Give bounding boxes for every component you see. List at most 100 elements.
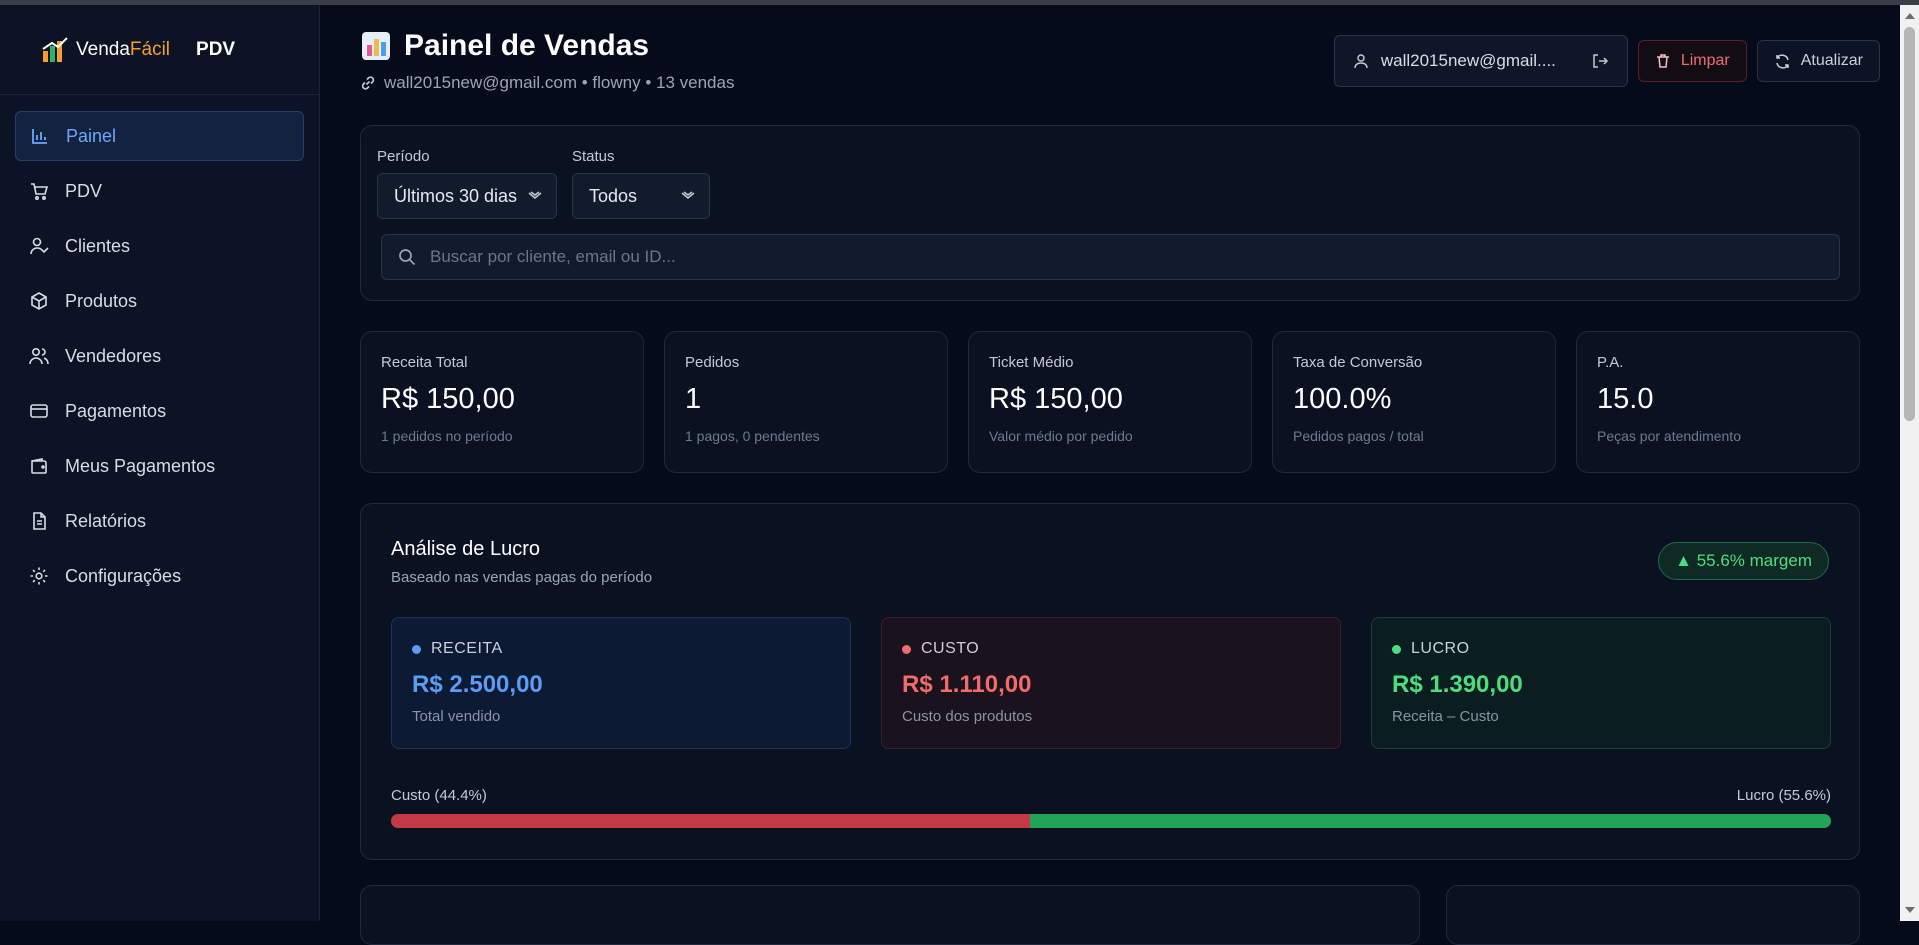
revenue-note: Total vendido bbox=[412, 708, 501, 725]
refresh-button[interactable]: Atualizar bbox=[1756, 40, 1880, 82]
sidebar-item-label: Vendedores bbox=[65, 345, 162, 366]
cost-bar-label: Custo (44.4%) bbox=[391, 787, 487, 804]
credit-card-icon bbox=[30, 404, 48, 418]
logo-text: VendaFácil bbox=[76, 38, 171, 60]
kpi-card-pa: P.A. 15.0 Peças por atendimento bbox=[1576, 331, 1860, 473]
clear-button-label: Limpar bbox=[1680, 52, 1730, 69]
chevron-down-icon bbox=[681, 191, 695, 200]
sidebar-item-label: Clientes bbox=[65, 235, 131, 256]
main-content: Painel de Vendas wall2015new@gmail.com •… bbox=[320, 5, 1900, 945]
kpi-note: 1 pagos, 0 pendentes bbox=[685, 428, 820, 444]
scrollbar-thumb[interactable] bbox=[1904, 27, 1915, 421]
kpi-note: Pedidos pagos / total bbox=[1293, 428, 1424, 444]
chevron-down-icon bbox=[528, 191, 542, 200]
next-section-card-right bbox=[1446, 885, 1860, 945]
sidebar-item-clientes[interactable]: Clientes bbox=[15, 221, 304, 271]
profit-subtitle: Baseado nas vendas pagas do período bbox=[391, 569, 653, 586]
kpi-value: R$ 150,00 bbox=[381, 383, 515, 415]
logo-icon bbox=[42, 36, 68, 62]
header-actions: wall2015new@gmail.... Limpar Atualizar bbox=[1333, 35, 1880, 87]
sidebar-item-label: PDV bbox=[65, 180, 103, 201]
cost-bar-segment bbox=[391, 814, 1031, 828]
refresh-icon bbox=[1776, 53, 1789, 69]
bar-chart-icon bbox=[32, 129, 47, 144]
period-filter: Período Últimos 30 dias bbox=[377, 148, 557, 219]
profit-bar-labels: Custo (44.4%) Lucro (55.6%) bbox=[391, 787, 1831, 804]
search-input[interactable] bbox=[430, 247, 1823, 267]
refresh-button-label: Atualizar bbox=[1800, 52, 1863, 69]
page-title: Painel de Vendas bbox=[360, 29, 734, 63]
revenue-label: RECEITA bbox=[431, 640, 503, 657]
kpi-value: R$ 150,00 bbox=[989, 383, 1123, 415]
box-icon bbox=[31, 292, 47, 310]
sidebar-item-pagamentos[interactable]: Pagamentos bbox=[15, 386, 304, 436]
sidebar-item-pdv[interactable]: PDV bbox=[15, 166, 304, 216]
page-title-text: Painel de Vendas bbox=[404, 29, 650, 62]
sidebar-item-label: Meus Pagamentos bbox=[65, 455, 216, 476]
margin-badge: ▲ 55.6% margem bbox=[1658, 542, 1829, 580]
kpi-label: Receita Total bbox=[381, 354, 468, 371]
scroll-up-arrow-icon[interactable] bbox=[1905, 13, 1915, 19]
status-filter: Status Todos bbox=[572, 148, 710, 219]
kpi-card-pedidos: Pedidos 1 1 pagos, 0 pendentes bbox=[664, 331, 948, 473]
user-account-box[interactable]: wall2015new@gmail.... bbox=[1333, 35, 1628, 87]
period-select[interactable]: Últimos 30 dias bbox=[377, 173, 557, 219]
sidebar-item-produtos[interactable]: Produtos bbox=[15, 276, 304, 326]
status-select[interactable]: Todos bbox=[572, 173, 710, 219]
sidebar-item-vendedores[interactable]: Vendedores bbox=[15, 331, 304, 381]
sidebar-nav: Painel PDV Clientes Produtos Vendedores … bbox=[0, 95, 319, 622]
clear-button[interactable]: Limpar bbox=[1637, 40, 1747, 82]
sidebar: VendaFácil PDV Painel PDV Clientes Produ… bbox=[0, 5, 320, 921]
search-box bbox=[381, 234, 1840, 280]
cost-value: R$ 1.110,00 bbox=[902, 671, 1032, 698]
revenue-dot bbox=[412, 644, 421, 654]
sidebar-item-configuracoes[interactable]: Configurações bbox=[15, 551, 304, 601]
cart-icon bbox=[31, 183, 49, 201]
cost-dot bbox=[902, 644, 911, 654]
profit-bar-segment bbox=[1030, 814, 1831, 828]
sidebar-item-painel[interactable]: Painel bbox=[15, 111, 304, 161]
user-email: wall2015new@gmail.... bbox=[1380, 51, 1556, 70]
kpi-label: P.A. bbox=[1597, 354, 1624, 371]
file-text-icon bbox=[33, 512, 46, 530]
chart-emoji-icon bbox=[362, 32, 390, 60]
filters-panel: Período Últimos 30 dias Status Todos bbox=[360, 125, 1860, 301]
kpi-note: Peças por atendimento bbox=[1597, 428, 1741, 444]
logout-icon[interactable] bbox=[1591, 52, 1609, 70]
link-icon bbox=[361, 76, 375, 90]
profit-label: LUCRO bbox=[1411, 640, 1470, 657]
kpi-label: Ticket Médio bbox=[989, 354, 1074, 371]
profit-card: LUCRO R$ 1.390,00 Receita – Custo bbox=[1371, 617, 1831, 749]
profit-title: Análise de Lucro bbox=[391, 538, 540, 560]
scroll-down-arrow-icon[interactable] bbox=[1905, 907, 1915, 913]
sidebar-item-meus-pagamentos[interactable]: Meus Pagamentos bbox=[15, 441, 304, 491]
logo[interactable]: VendaFácil bbox=[40, 35, 170, 65]
app-window: VendaFácil PDV Painel PDV Clientes Produ… bbox=[0, 5, 1900, 945]
profit-card-header: LUCRO bbox=[1392, 640, 1810, 658]
cost-label: CUSTO bbox=[921, 640, 980, 657]
kpi-card-ticket: Ticket Médio R$ 150,00 Valor médio por p… bbox=[968, 331, 1252, 473]
revenue-card-header: RECEITA bbox=[412, 640, 830, 658]
users-icon bbox=[29, 347, 49, 365]
kpi-card-conversao: Taxa de Conversão 100.0% Pedidos pagos /… bbox=[1272, 331, 1556, 473]
kpi-card-receita: Receita Total R$ 150,00 1 pedidos no per… bbox=[360, 331, 644, 473]
sidebar-item-label: Painel bbox=[66, 125, 117, 146]
page-header: Painel de Vendas wall2015new@gmail.com •… bbox=[360, 29, 734, 93]
sidebar-item-label: Pagamentos bbox=[65, 400, 167, 421]
period-label: Período bbox=[377, 148, 430, 165]
page-subtitle: wall2015new@gmail.com • flowny • 13 vend… bbox=[360, 73, 734, 93]
profit-cards: RECEITA R$ 2.500,00 Total vendido CUSTO … bbox=[391, 617, 1831, 749]
user-check-icon bbox=[30, 237, 49, 255]
profit-value: R$ 1.390,00 bbox=[1392, 671, 1523, 698]
kpi-row: Receita Total R$ 150,00 1 pedidos no per… bbox=[360, 331, 1860, 473]
page-scrollbar[interactable] bbox=[1900, 5, 1919, 921]
gear-icon bbox=[30, 567, 48, 585]
sidebar-item-relatorios[interactable]: Relatórios bbox=[15, 496, 304, 546]
user-icon bbox=[1354, 54, 1368, 69]
brand-header: VendaFácil PDV bbox=[0, 5, 319, 95]
kpi-value: 100.0% bbox=[1293, 383, 1392, 415]
period-value: Últimos 30 dias bbox=[394, 185, 518, 206]
kpi-value: 15.0 bbox=[1597, 383, 1654, 415]
wallet-icon bbox=[31, 458, 47, 474]
status-label: Status bbox=[572, 148, 615, 165]
